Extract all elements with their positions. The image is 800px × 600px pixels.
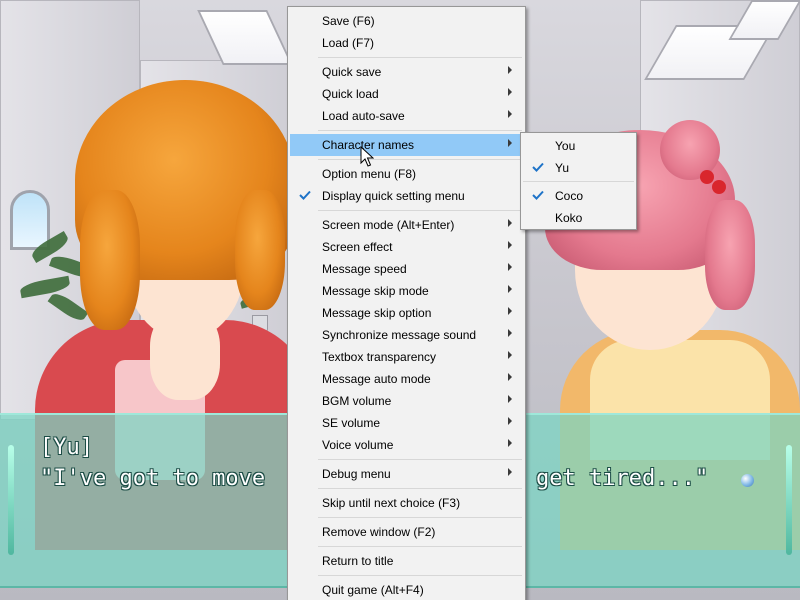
checkmark-icon xyxy=(532,190,544,200)
menu-separator xyxy=(318,459,522,460)
menu-item-save[interactable]: Save (F6) xyxy=(290,10,523,32)
menu-item-label: Voice volume xyxy=(322,438,394,452)
menu-item-remove-window[interactable]: Remove window (F2) xyxy=(290,521,523,543)
menu-separator xyxy=(318,517,522,518)
menu-item-label: Message skip option xyxy=(322,306,432,320)
menu-item-label: Save (F6) xyxy=(322,14,375,28)
chevron-right-icon xyxy=(508,351,513,360)
menu-item-label: Screen mode (Alt+Enter) xyxy=(322,218,455,232)
menu-item-load-auto-save[interactable]: Load auto-save xyxy=(290,105,523,127)
menu-item-debug-menu[interactable]: Debug menu xyxy=(290,463,523,485)
ceiling-light xyxy=(197,10,293,65)
menu-item-display-quick-setting[interactable]: Display quick setting menu xyxy=(290,185,523,207)
character-names-submenu: You Yu Coco Koko xyxy=(520,132,637,230)
menu-item-load[interactable]: Load (F7) xyxy=(290,32,523,54)
chevron-right-icon xyxy=(508,395,513,404)
dialogue-text-continued: get tired..." xyxy=(536,466,709,491)
menu-item-screen-effect[interactable]: Screen effect xyxy=(290,236,523,258)
menu-item-message-auto-mode[interactable]: Message auto mode xyxy=(290,368,523,390)
chevron-right-icon xyxy=(508,439,513,448)
chevron-right-icon xyxy=(508,219,513,228)
dialogue-text: "I've got to move xyxy=(40,466,266,491)
menu-item-label: Return to title xyxy=(322,554,394,568)
chevron-right-icon xyxy=(508,88,513,97)
menu-item-message-speed[interactable]: Message speed xyxy=(290,258,523,280)
menu-item-option-menu[interactable]: Option menu (F8) xyxy=(290,163,523,185)
menu-separator xyxy=(318,210,522,211)
menu-item-message-skip-option[interactable]: Message skip option xyxy=(290,302,523,324)
menu-item-label: Display quick setting menu xyxy=(322,189,465,203)
menu-item-sync-message-sound[interactable]: Synchronize message sound xyxy=(290,324,523,346)
chevron-right-icon xyxy=(508,373,513,382)
menu-item-quick-load[interactable]: Quick load xyxy=(290,83,523,105)
menu-item-message-skip-mode[interactable]: Message skip mode xyxy=(290,280,523,302)
menu-item-label: Message auto mode xyxy=(322,372,431,386)
submenu-item-label: Yu xyxy=(555,161,570,175)
chevron-right-icon xyxy=(508,285,513,294)
submenu-item-coco[interactable]: Coco xyxy=(523,185,634,207)
menu-item-label: Synchronize message sound xyxy=(322,328,477,342)
menu-item-return-to-title[interactable]: Return to title xyxy=(290,550,523,572)
menu-separator xyxy=(318,57,522,58)
menu-item-label: Textbox transparency xyxy=(322,350,437,364)
menu-item-label: Option menu (F8) xyxy=(322,167,417,181)
menu-separator xyxy=(318,488,522,489)
menu-item-label: Skip until next choice (F3) xyxy=(322,496,461,510)
menu-item-character-names[interactable]: Character names xyxy=(290,134,523,156)
chevron-right-icon xyxy=(508,241,513,250)
menu-item-label: Debug menu xyxy=(322,467,391,481)
menu-item-voice-volume[interactable]: Voice volume xyxy=(290,434,523,456)
menu-item-quick-save[interactable]: Quick save xyxy=(290,61,523,83)
submenu-item-label: Koko xyxy=(555,211,583,225)
menu-item-label: Quick load xyxy=(322,87,379,101)
menu-item-label: Quick save xyxy=(322,65,382,79)
dialogue-frame-right xyxy=(786,445,792,555)
chevron-right-icon xyxy=(508,417,513,426)
menu-separator xyxy=(318,546,522,547)
menu-separator xyxy=(523,181,634,182)
mouse-pointer-icon xyxy=(360,146,374,167)
menu-item-bgm-volume[interactable]: BGM volume xyxy=(290,390,523,412)
chevron-right-icon xyxy=(508,110,513,119)
menu-item-label: Load auto-save xyxy=(322,109,405,123)
menu-separator xyxy=(318,575,522,576)
next-page-indicator-icon[interactable] xyxy=(741,474,754,487)
chevron-right-icon xyxy=(508,66,513,75)
speaker-name: [Yu] xyxy=(40,435,93,460)
menu-separator xyxy=(318,159,522,160)
menu-item-quit-game[interactable]: Quit game (Alt+F4) xyxy=(290,579,523,600)
checkmark-icon xyxy=(299,190,311,200)
chevron-right-icon xyxy=(508,468,513,477)
menu-item-label: Message skip mode xyxy=(322,284,429,298)
submenu-item-label: Coco xyxy=(555,189,584,203)
chevron-right-icon xyxy=(508,139,513,148)
menu-item-label: Screen effect xyxy=(322,240,393,254)
submenu-item-you[interactable]: You xyxy=(523,135,634,157)
chevron-right-icon xyxy=(508,329,513,338)
menu-item-label: Message speed xyxy=(322,262,407,276)
menu-item-se-volume[interactable]: SE volume xyxy=(290,412,523,434)
menu-item-screen-mode[interactable]: Screen mode (Alt+Enter) xyxy=(290,214,523,236)
dialogue-frame-left xyxy=(8,445,14,555)
menu-item-label: BGM volume xyxy=(322,394,392,408)
submenu-item-label: You xyxy=(555,139,576,153)
checkmark-icon xyxy=(532,162,544,172)
menu-item-label: Quit game (Alt+F4) xyxy=(322,583,424,597)
menu-separator xyxy=(318,130,522,131)
menu-item-label: Remove window (F2) xyxy=(322,525,436,539)
context-menu: Save (F6) Load (F7) Quick save Quick loa… xyxy=(287,6,526,600)
menu-item-label: SE volume xyxy=(322,416,381,430)
chevron-right-icon xyxy=(508,263,513,272)
chevron-right-icon xyxy=(508,307,513,316)
menu-item-label: Load (F7) xyxy=(322,36,375,50)
menu-item-textbox-transparency[interactable]: Textbox transparency xyxy=(290,346,523,368)
submenu-item-yu[interactable]: Yu xyxy=(523,157,634,179)
menu-item-skip-until-choice[interactable]: Skip until next choice (F3) xyxy=(290,492,523,514)
submenu-item-koko[interactable]: Koko xyxy=(523,207,634,229)
